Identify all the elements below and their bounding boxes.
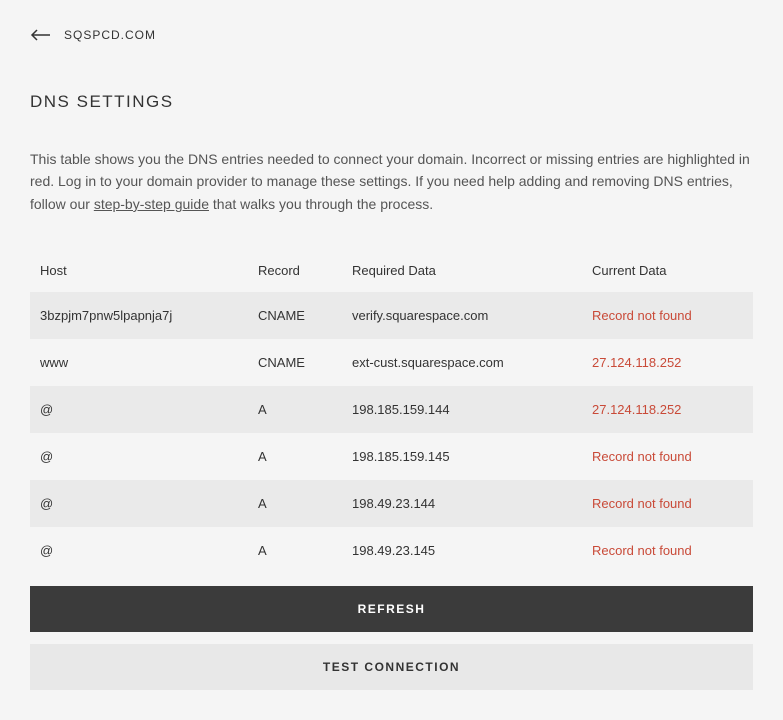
cell-required: ext-cust.squarespace.com	[352, 355, 592, 370]
domain-name: SQSPCD.COM	[64, 28, 156, 42]
table-row: @ A 198.185.159.145 Record not found	[30, 433, 753, 480]
cell-host: 3bzpjm7pnw5lpapnja7j	[40, 308, 258, 323]
refresh-button[interactable]: REFRESH	[30, 586, 753, 632]
cell-record: A	[258, 543, 352, 558]
table-row: www CNAME ext-cust.squarespace.com 27.12…	[30, 339, 753, 386]
cell-host: @	[40, 543, 258, 558]
dns-table: Host Record Required Data Current Data 3…	[30, 249, 753, 574]
test-connection-button[interactable]: TEST CONNECTION	[30, 644, 753, 690]
table-row: @ A 198.185.159.144 27.124.118.252	[30, 386, 753, 433]
table-row: @ A 198.49.23.145 Record not found	[30, 527, 753, 574]
cell-record: CNAME	[258, 355, 352, 370]
cell-required: 198.185.159.145	[352, 449, 592, 464]
table-header-record: Record	[258, 263, 352, 278]
cell-current: Record not found	[592, 496, 743, 511]
back-button[interactable]	[30, 29, 50, 41]
cell-host: www	[40, 355, 258, 370]
page-title: DNS SETTINGS	[30, 92, 753, 112]
cell-current: 27.124.118.252	[592, 355, 743, 370]
cell-current: Record not found	[592, 308, 743, 323]
cell-current: Record not found	[592, 449, 743, 464]
cell-required: 198.49.23.145	[352, 543, 592, 558]
cell-current: Record not found	[592, 543, 743, 558]
arrow-left-icon	[30, 29, 50, 41]
cell-record: A	[258, 402, 352, 417]
cell-required: verify.squarespace.com	[352, 308, 592, 323]
table-header-current: Current Data	[592, 263, 743, 278]
table-header: Host Record Required Data Current Data	[30, 249, 753, 292]
header: SQSPCD.COM	[30, 28, 753, 42]
cell-record: CNAME	[258, 308, 352, 323]
cell-record: A	[258, 496, 352, 511]
table-row: @ A 198.49.23.144 Record not found	[30, 480, 753, 527]
description-text-after: that walks you through the process.	[209, 196, 433, 212]
cell-host: @	[40, 496, 258, 511]
description: This table shows you the DNS entries nee…	[30, 148, 753, 215]
button-group: REFRESH TEST CONNECTION	[30, 586, 753, 690]
table-header-required: Required Data	[352, 263, 592, 278]
cell-record: A	[258, 449, 352, 464]
cell-host: @	[40, 402, 258, 417]
cell-required: 198.185.159.144	[352, 402, 592, 417]
table-row: 3bzpjm7pnw5lpapnja7j CNAME verify.square…	[30, 292, 753, 339]
table-header-host: Host	[40, 263, 258, 278]
cell-host: @	[40, 449, 258, 464]
cell-required: 198.49.23.144	[352, 496, 592, 511]
guide-link[interactable]: step-by-step guide	[94, 196, 209, 212]
cell-current: 27.124.118.252	[592, 402, 743, 417]
